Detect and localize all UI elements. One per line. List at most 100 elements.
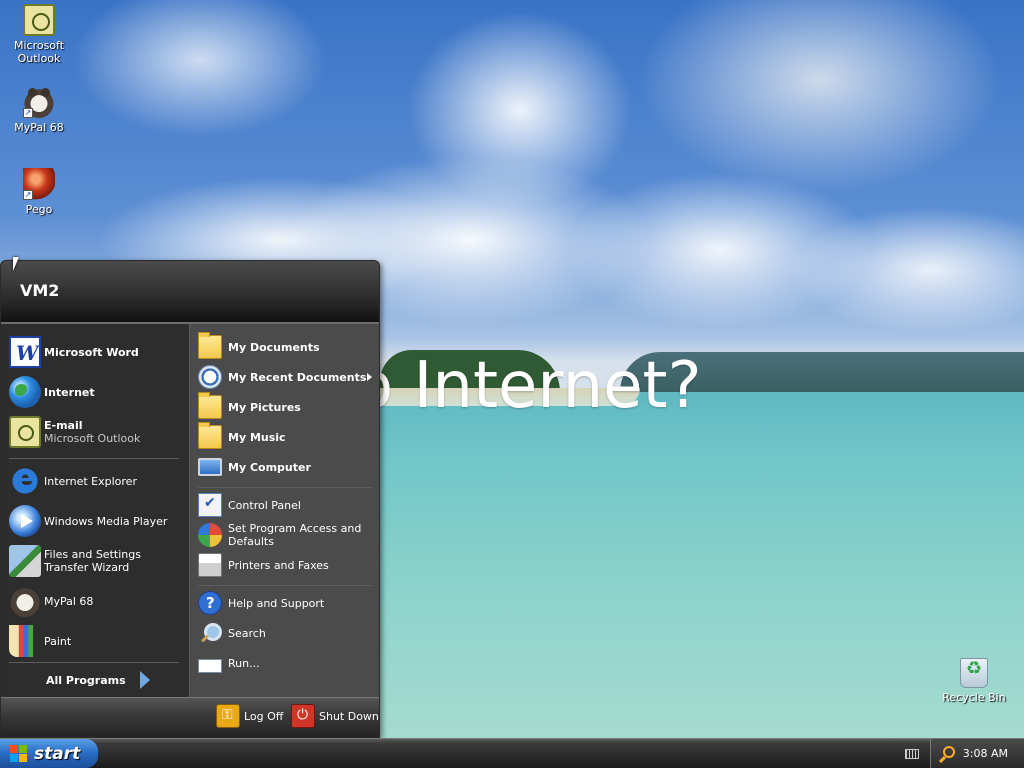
- desktop-icon-recycle-bin[interactable]: Recycle Bin: [936, 658, 1012, 704]
- menu-item-internet[interactable]: Internet: [9, 374, 183, 410]
- menu-item-my-pictures[interactable]: My Pictures: [198, 392, 376, 420]
- menu-item-label: Set Program Access and Defaults: [228, 522, 362, 548]
- shortcut-arrow-icon: ↗: [23, 108, 33, 118]
- log-off-button[interactable]: Log Off: [216, 704, 283, 728]
- program-access-icon: [198, 523, 222, 547]
- raccoon-icon: [9, 585, 41, 617]
- desktop-icon-label: Pego: [25, 203, 53, 216]
- separator: [9, 458, 179, 459]
- log-off-label: Log Off: [244, 709, 284, 723]
- pego-icon: ↗: [23, 168, 55, 200]
- menu-item-label: My Pictures: [228, 400, 301, 414]
- desktop-icon-outlook[interactable]: Microsoft Outlook: [1, 4, 77, 65]
- tray-search-icon[interactable]: [943, 746, 955, 758]
- start-menu: VM2 Microsoft Word Internet E-mail Micro…: [0, 260, 380, 738]
- printer-icon: [198, 553, 222, 577]
- recent-documents-icon: [198, 365, 222, 389]
- paint-icon: [9, 625, 41, 657]
- menu-item-run[interactable]: Run...: [198, 650, 376, 676]
- menu-item-internet-explorer[interactable]: Internet Explorer: [9, 461, 183, 499]
- menu-item-sublabel: Microsoft Outlook: [44, 432, 141, 445]
- desktop-icon-label: MyPal 68: [14, 121, 64, 134]
- menu-item-label: Printers and Faxes: [228, 558, 329, 572]
- user-name: VM2: [20, 281, 60, 300]
- start-menu-header: VM2: [1, 261, 379, 324]
- menu-item-my-computer[interactable]: My Computer: [198, 454, 376, 480]
- help-icon: [198, 591, 222, 615]
- control-panel-icon: [198, 493, 222, 517]
- menu-item-label: Internet Explorer: [44, 474, 137, 488]
- media-player-icon: [9, 505, 41, 537]
- shut-down-button[interactable]: Shut Down: [291, 704, 379, 728]
- separator: [9, 662, 179, 663]
- menu-item-my-documents[interactable]: My Documents: [198, 332, 376, 360]
- menu-item-email[interactable]: E-mail Microsoft Outlook: [9, 414, 183, 450]
- menu-item-label: Control Panel: [228, 498, 301, 512]
- menu-item-label: My Computer: [228, 460, 311, 474]
- raccoon-icon: ↗: [23, 86, 55, 118]
- menu-item-microsoft-word[interactable]: Microsoft Word: [9, 334, 183, 370]
- folder-pictures-icon: [198, 392, 222, 419]
- menu-item-label: Paint: [44, 634, 72, 648]
- menu-item-label: Microsoft Word: [44, 345, 139, 359]
- run-icon: [198, 658, 222, 673]
- recycle-bin-icon: [960, 658, 988, 688]
- key-icon: [216, 704, 240, 728]
- submenu-arrow-icon: [367, 373, 372, 381]
- menu-item-label: My Music: [228, 430, 286, 444]
- arrow-right-icon: [139, 671, 150, 689]
- menu-item-label: Run...: [228, 656, 260, 670]
- menu-item-label: E-mail: [44, 419, 83, 432]
- menu-item-label: Internet: [44, 385, 95, 399]
- internet-globe-icon: [9, 376, 41, 408]
- menu-item-paint[interactable]: Paint: [9, 623, 183, 659]
- menu-item-my-recent-documents[interactable]: My Recent Documents: [198, 364, 376, 390]
- all-programs-button[interactable]: All Programs: [46, 671, 150, 689]
- mouse-cursor-icon: [13, 257, 19, 271]
- desktop-icon-mypal[interactable]: ↗ MyPal 68: [1, 86, 77, 134]
- menu-item-label: Search: [228, 626, 266, 640]
- start-menu-places-pane: My Documents My Recent Documents My Pict…: [189, 324, 379, 697]
- desktop-icon-label: Microsoft Outlook: [13, 39, 65, 65]
- shortcut-arrow-icon: ↗: [23, 190, 33, 200]
- start-label: start: [34, 743, 81, 764]
- folder-music-icon: [198, 422, 222, 449]
- keyboard-icon[interactable]: [905, 749, 919, 759]
- all-programs-label: All Programs: [46, 673, 126, 687]
- email-outlook-icon: [9, 416, 41, 448]
- menu-item-transfer-wizard[interactable]: Files and Settings Transfer Wizard: [9, 543, 183, 579]
- system-tray: 3:08 AM: [930, 739, 1024, 768]
- menu-item-program-access[interactable]: Set Program Access and Defaults: [198, 520, 376, 550]
- menu-item-help-support[interactable]: Help and Support: [198, 590, 376, 616]
- wallpaper-text: o Internet?: [376, 349, 702, 423]
- menu-item-label: My Documents: [228, 340, 320, 354]
- shut-down-label: Shut Down: [319, 709, 379, 723]
- transfer-wizard-icon: [9, 545, 41, 577]
- search-icon: [198, 621, 222, 645]
- windows-logo-icon: [10, 744, 28, 763]
- menu-item-label: MyPal 68: [44, 594, 94, 608]
- separator: [198, 585, 372, 586]
- clock[interactable]: 3:08 AM: [963, 747, 1008, 760]
- outlook-icon: [23, 4, 55, 36]
- folder-documents-icon: [198, 332, 222, 359]
- menu-item-windows-media-player[interactable]: Windows Media Player: [9, 503, 183, 539]
- desktop-icon-pego[interactable]: ↗ Pego: [1, 168, 77, 216]
- menu-item-label: Files and Settings Transfer Wizard: [44, 548, 141, 574]
- menu-item-label: Windows Media Player: [44, 514, 168, 528]
- word-icon: [9, 336, 41, 368]
- computer-icon: [198, 458, 222, 476]
- menu-item-label: My Recent Documents: [228, 370, 367, 384]
- power-icon: [291, 704, 315, 728]
- start-button[interactable]: start: [0, 739, 98, 768]
- menu-item-label: Help and Support: [228, 596, 325, 610]
- separator: [198, 487, 372, 488]
- internet-explorer-icon: [9, 461, 41, 497]
- menu-item-printers-faxes[interactable]: Printers and Faxes: [198, 552, 376, 578]
- menu-item-control-panel[interactable]: Control Panel: [198, 492, 376, 518]
- menu-item-search[interactable]: Search: [198, 620, 376, 646]
- menu-item-my-music[interactable]: My Music: [198, 422, 376, 450]
- menu-item-mypal[interactable]: MyPal 68: [9, 583, 183, 619]
- start-menu-programs-pane: Microsoft Word Internet E-mail Microsoft…: [1, 324, 189, 697]
- taskbar: start 3:08 AM: [0, 738, 1024, 768]
